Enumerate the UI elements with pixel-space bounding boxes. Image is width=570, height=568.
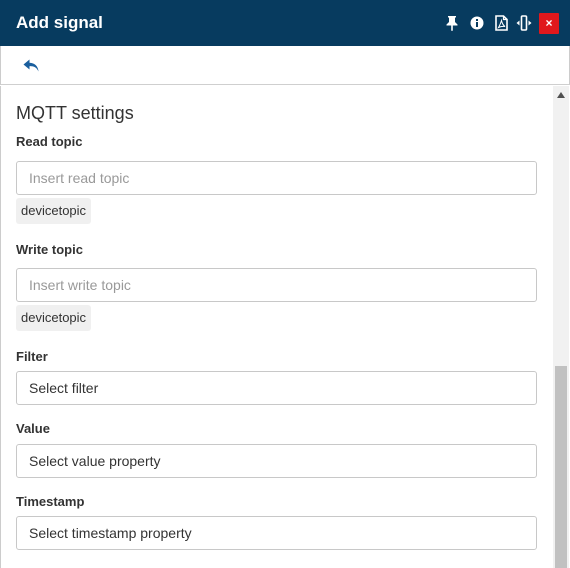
dialog-toolbar [0,46,570,85]
timestamp-label: Timestamp [16,494,85,509]
filter-select-value: Select filter [29,380,99,396]
close-button[interactable]: × [539,13,559,34]
read-topic-input[interactable] [16,161,537,195]
value-property-select[interactable]: Select value property [16,444,537,478]
reply-arrow-icon [23,59,39,72]
resize-icon[interactable] [516,15,532,31]
write-topic-input[interactable] [16,268,537,302]
write-topic-label: Write topic [16,242,83,257]
dialog-titlebar: Add signal × [0,0,570,46]
filter-label: Filter [16,349,48,364]
read-topic-suggestion-chip[interactable]: devicetopic [16,198,92,224]
value-label: Value [16,421,50,436]
pdf-icon[interactable] [493,15,509,31]
read-topic-label: Read topic [16,134,83,149]
scroll-up-arrow-icon[interactable] [553,92,569,102]
pin-icon[interactable] [444,15,460,31]
vertical-scrollbar[interactable] [553,86,569,568]
scrollbar-thumb[interactable] [555,366,567,568]
info-icon[interactable] [469,15,485,31]
section-title: MQTT settings [16,103,134,123]
timestamp-property-select[interactable]: Select timestamp property [16,516,537,550]
dialog-title: Add signal [16,13,103,32]
close-icon: × [545,16,553,30]
back-button[interactable] [23,59,41,73]
filter-select[interactable]: Select filter [16,371,537,405]
value-property-select-value: Select value property [29,453,161,469]
write-topic-suggestion-chip[interactable]: devicetopic [16,305,92,331]
timestamp-property-select-value: Select timestamp property [29,525,192,541]
